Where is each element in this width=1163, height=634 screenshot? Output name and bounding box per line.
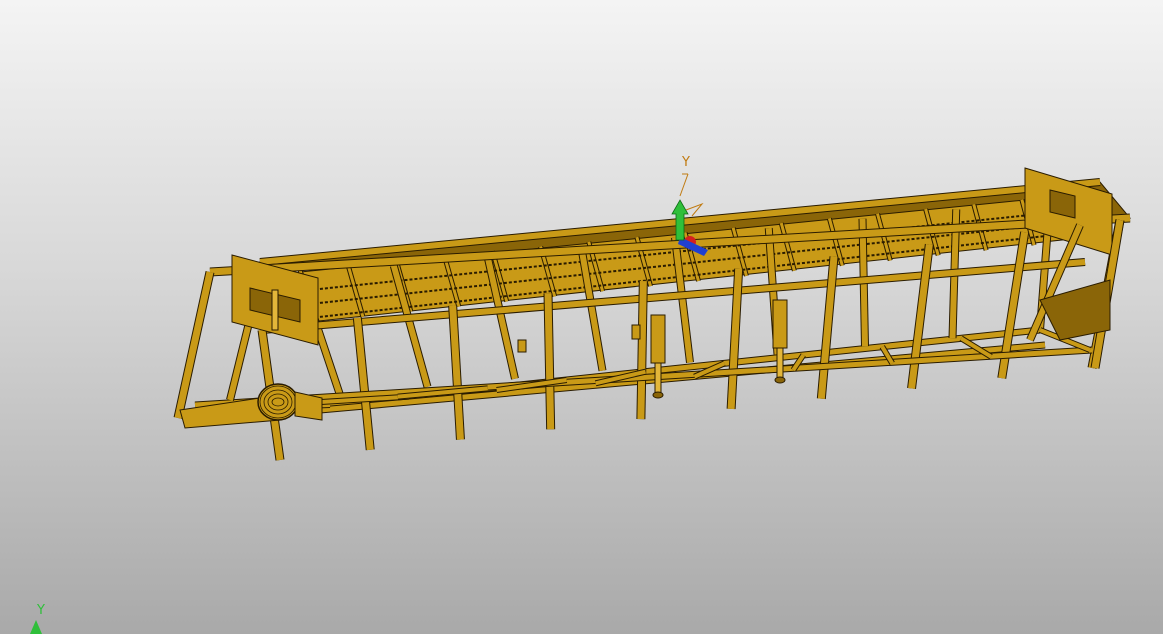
cylinder-body [650, 314, 666, 364]
conveyor-frame-model[interactable] [173, 167, 1132, 461]
3d-viewport[interactable]: Y Y [0, 0, 1163, 634]
small-bracket [631, 324, 641, 340]
cylinder-foot [652, 391, 664, 399]
corner-triad-y-arrow [30, 620, 42, 634]
left-end-plate-shaft [271, 289, 279, 331]
near-leg [544, 293, 555, 430]
near-leg [449, 305, 464, 440]
cylinder-rod [776, 347, 784, 379]
corner-view-triad: Y [30, 603, 45, 634]
cylinder-rod [654, 362, 662, 394]
small-bracket [517, 339, 527, 353]
cylinder-body [772, 299, 788, 349]
near-leg [637, 281, 647, 420]
triad-guide-line [679, 173, 689, 197]
triad-y-label: Y [681, 155, 690, 170]
left-end-leg-front [174, 271, 214, 419]
conveyor-model-view[interactable]: Y Y [0, 0, 1163, 634]
cylinder-foot [774, 376, 786, 384]
corner-triad-y-label: Y [36, 603, 45, 618]
near-leg [908, 244, 933, 389]
